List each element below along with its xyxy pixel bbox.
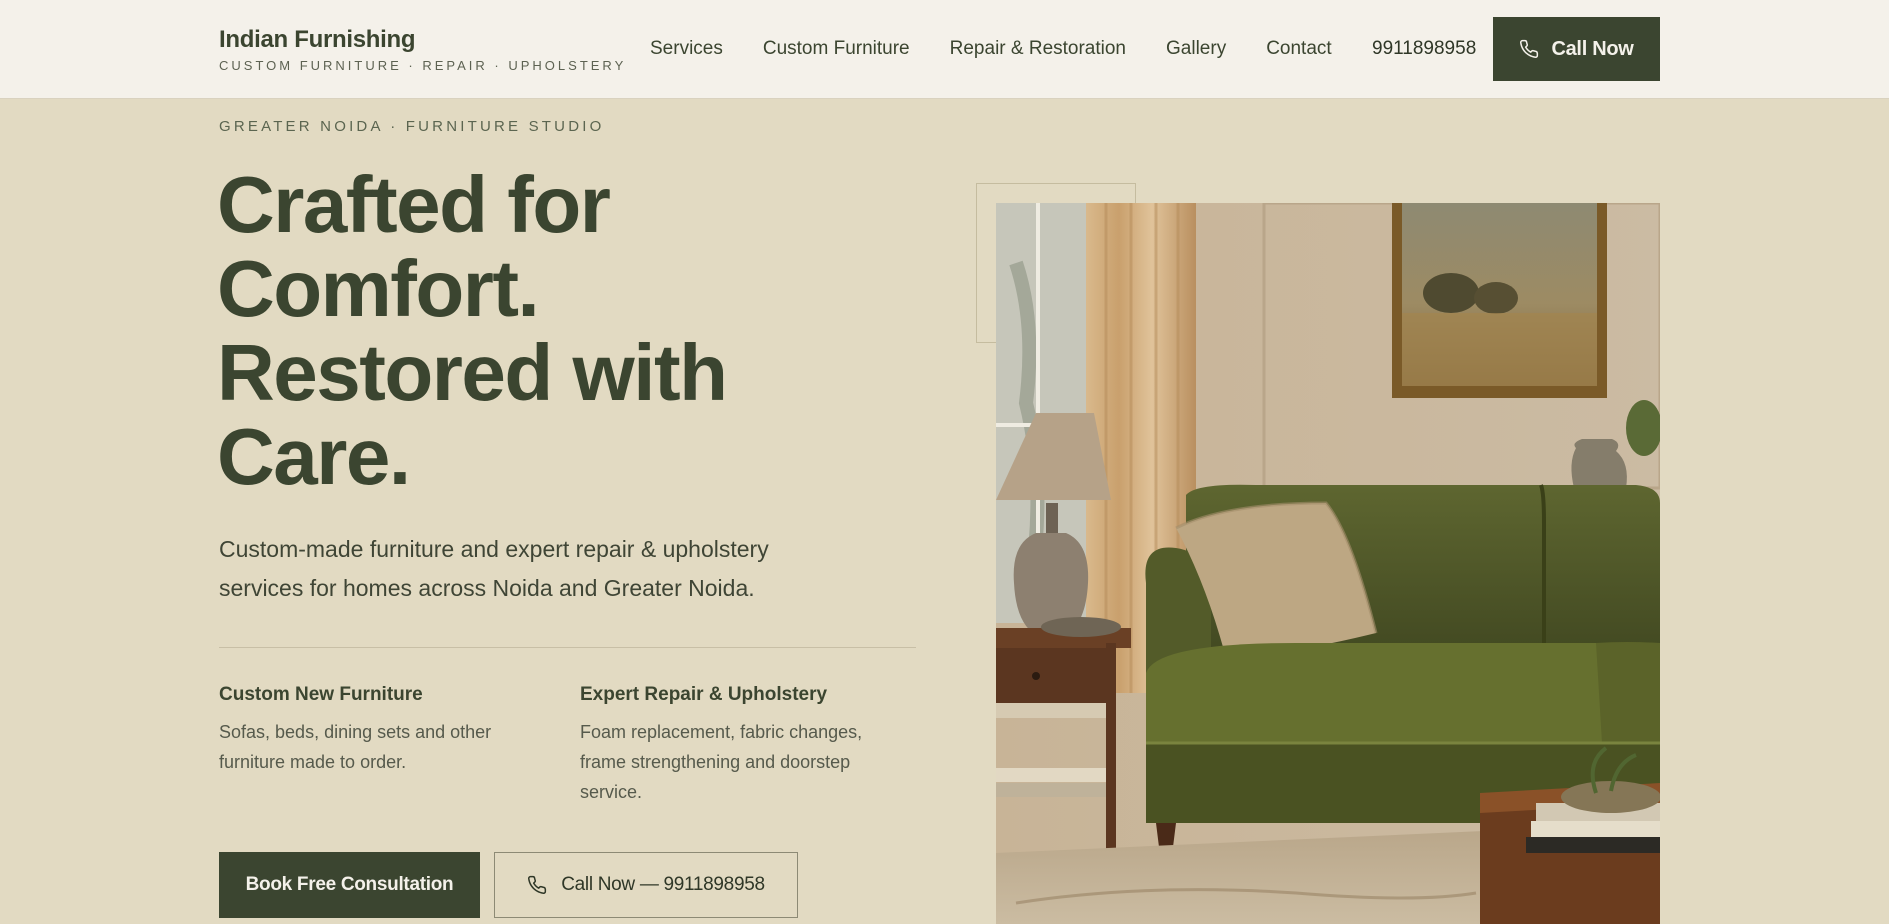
feature-title: Custom New Furniture [219,684,423,705]
book-consultation-button[interactable]: Book Free Consultation [219,852,480,918]
nav-contact[interactable]: Contact [1266,38,1331,60]
nav-services[interactable]: Services [650,38,723,60]
nav-custom-furniture[interactable]: Custom Furniture [763,38,910,60]
headline-line-1: Crafted for [217,160,611,249]
main-nav: Services Custom Furniture Repair & Resto… [650,38,1372,60]
headline-line-3: Restored with [217,328,728,417]
headline-line-2: Comfort. [217,244,540,333]
site-header: Indian Furnishing CUSTOM FURNITURE · REP… [0,0,1889,99]
headline-line-4: Care. [217,412,411,501]
brand[interactable]: Indian Furnishing CUSTOM FURNITURE · REP… [219,26,626,73]
feature-custom-furniture: Custom New Furniture Sofas, beds, dining… [219,684,539,777]
feature-text: Sofas, beds, dining sets and other furni… [219,722,492,772]
feature-title: Expert Repair & Upholstery [580,684,828,705]
hero-headline: Crafted for Comfort. Restored with Care. [217,163,837,499]
nav-repair-restoration[interactable]: Repair & Restoration [950,38,1126,60]
feature-repair-upholstery: Expert Repair & Upholstery Foam replacem… [580,684,910,807]
divider [219,647,916,648]
phone-icon [1520,39,1539,58]
brand-tagline: CUSTOM FURNITURE · REPAIR · UPHOLSTERY [219,58,627,73]
brand-name[interactable]: Indian Furnishing [219,26,626,54]
phone-icon [528,875,547,894]
hero-description: Custom-made furniture and expert repair … [219,536,769,601]
header-call-now-button[interactable]: Call Now [1493,17,1660,81]
feature-text: Foam replacement, fabric changes, frame … [580,722,863,802]
call-now-label: Call Now — 9911898958 [561,874,765,895]
header-cta-label: Call Now [1551,37,1634,60]
hero-eyebrow: GREATER NOIDA · FURNITURE STUDIO [219,118,605,135]
call-now-button[interactable]: Call Now — 9911898958 [494,852,798,918]
hero-living-room-image [996,203,1660,924]
nav-phone-link[interactable]: 9911898958 [1372,38,1476,60]
nav-gallery[interactable]: Gallery [1166,38,1226,60]
